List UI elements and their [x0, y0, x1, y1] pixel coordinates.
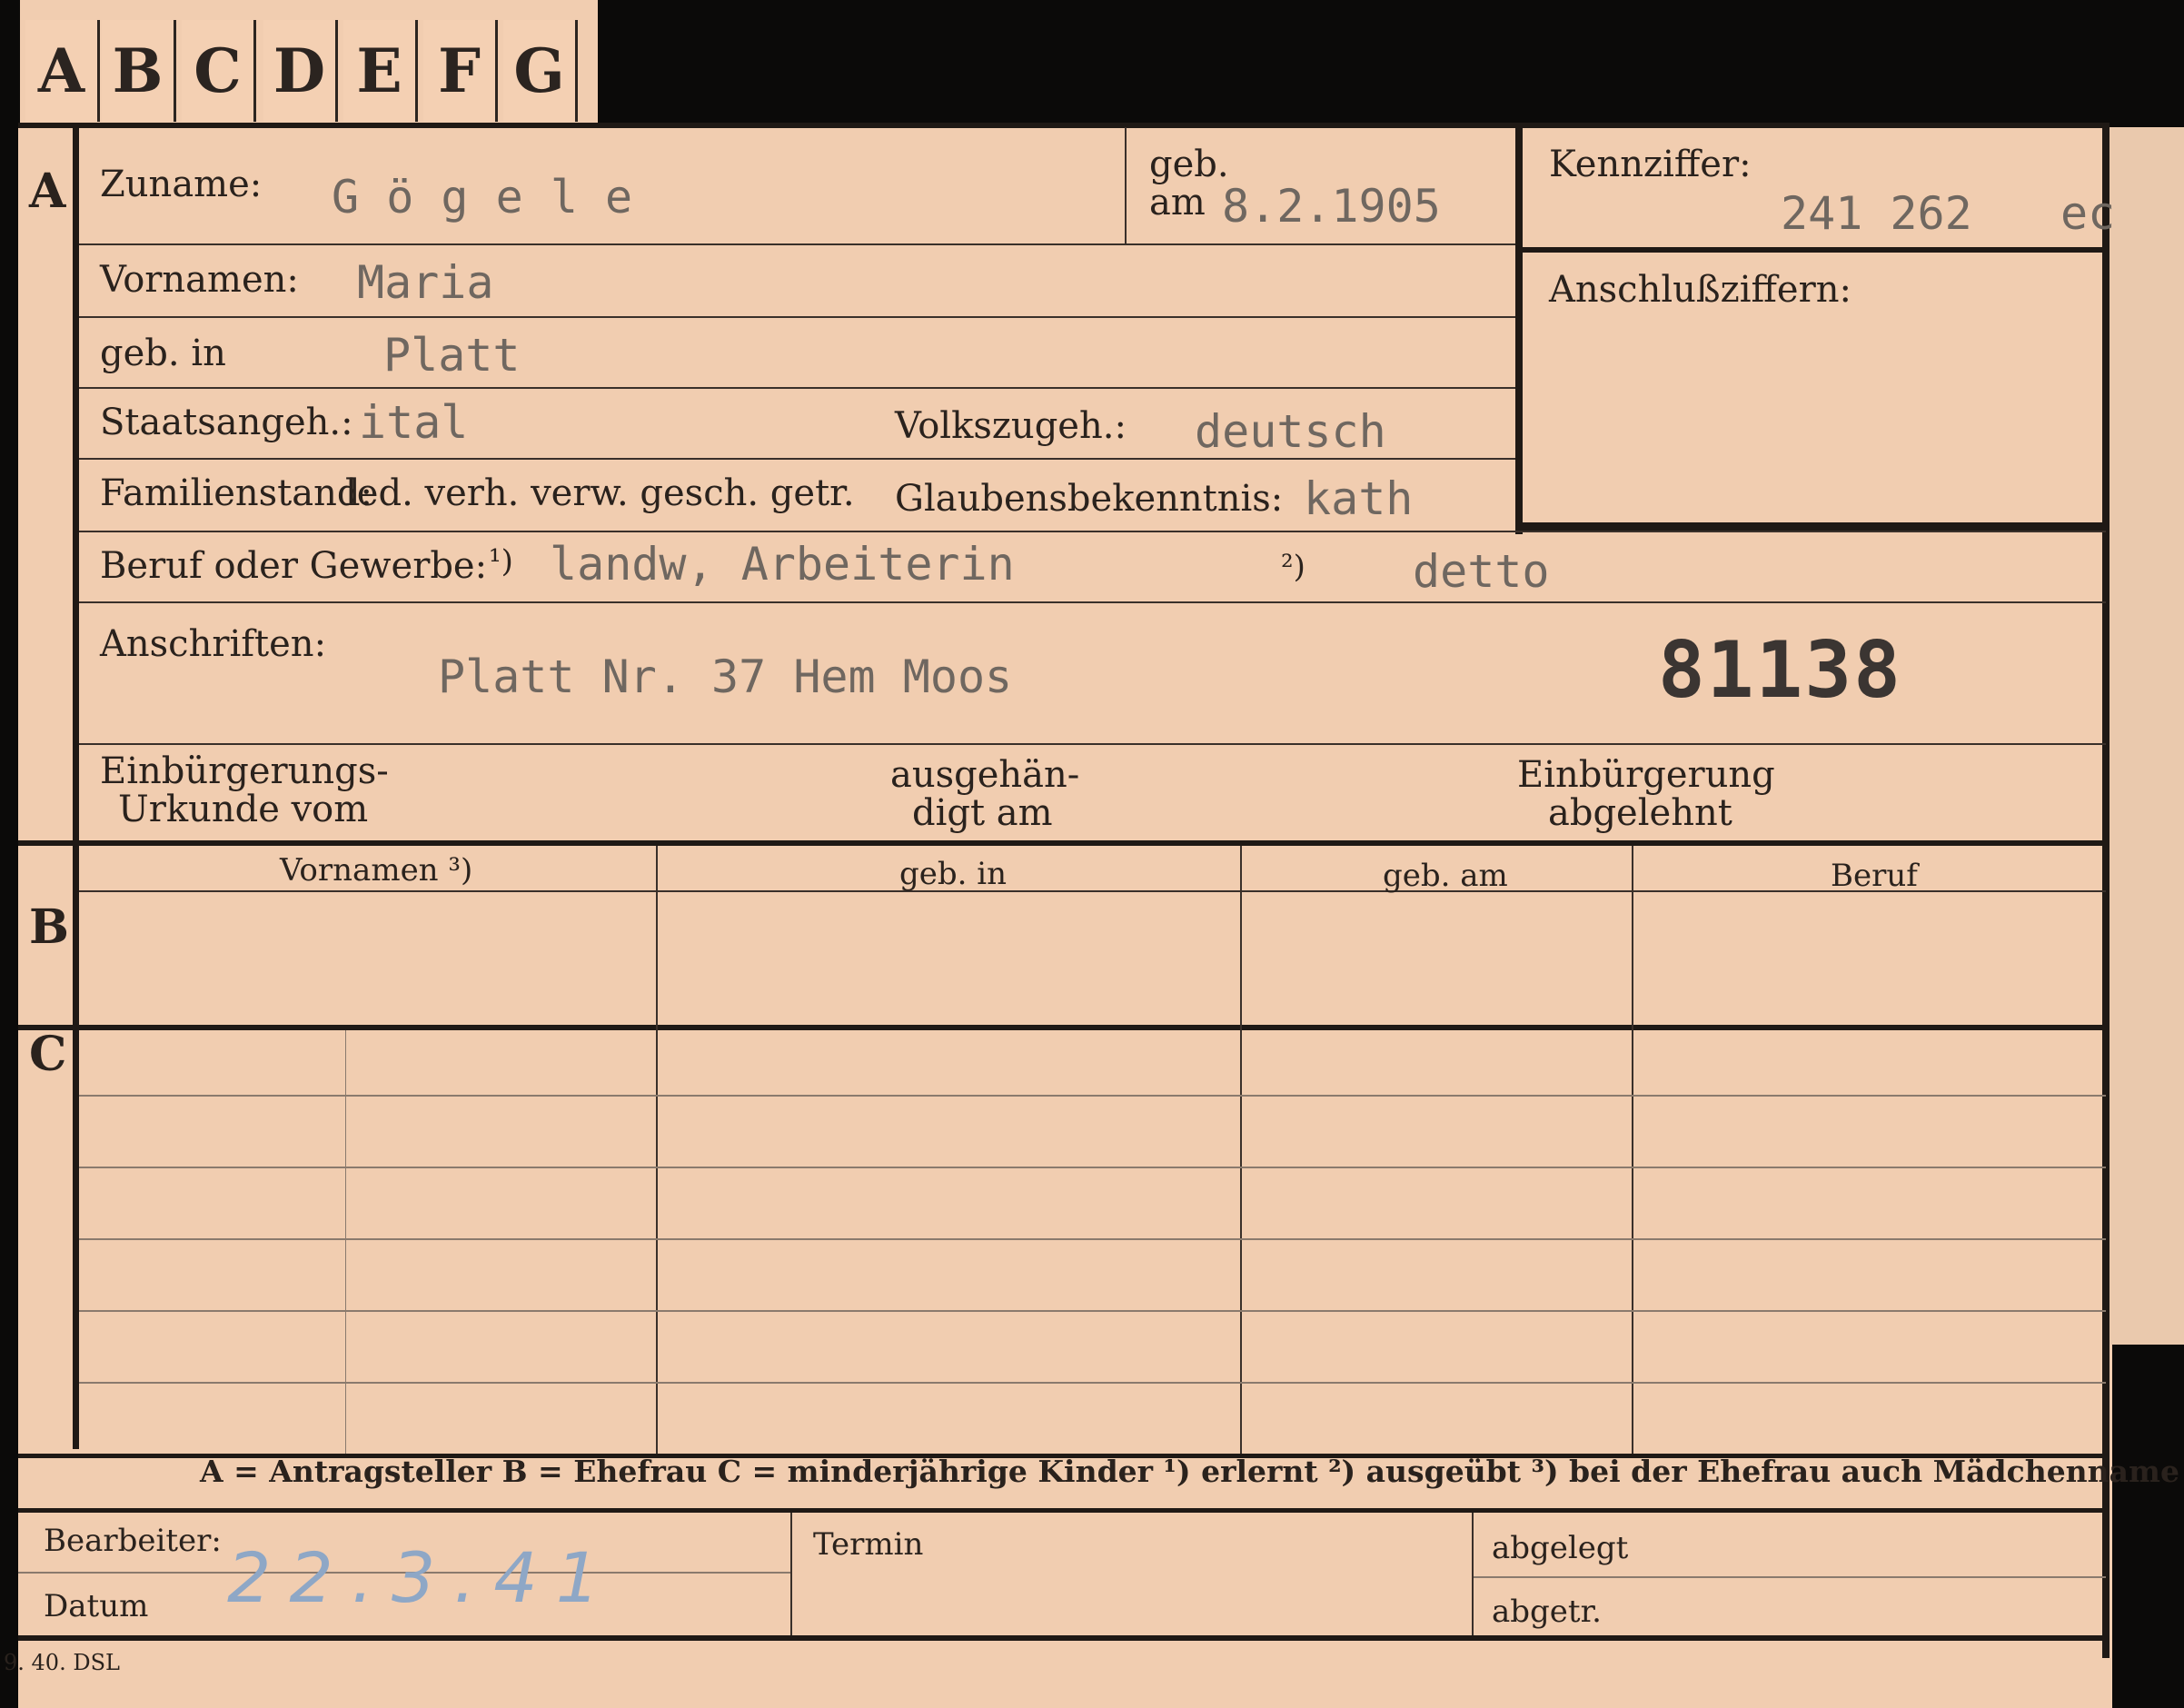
kennziffer-suffix: ec — [2060, 187, 2116, 240]
footer-termin-label: Termin — [813, 1526, 924, 1563]
citizenship-label: Staatsangeh.: — [100, 402, 353, 443]
index-tab-f: F — [423, 20, 498, 122]
table-header-beruf: Beruf — [1831, 858, 1918, 894]
naturalization-rejected-line1: Einbürgerung — [1517, 754, 1775, 796]
index-tab-a: A — [25, 20, 100, 122]
vornamen-label: Vornamen: — [100, 259, 299, 301]
anschluss-label: Anschlußziffern: — [1549, 269, 1851, 311]
index-tab-e: E — [343, 20, 418, 122]
table-column-line — [1240, 846, 1242, 1454]
birthdate-label-top: geb. — [1149, 144, 1229, 185]
kennziffer-label: Kennziffer: — [1549, 144, 1752, 185]
footer-date-handwritten: 22.3.41 — [227, 1537, 619, 1618]
section-label-b: B — [29, 899, 69, 955]
occupation-note-2: ²) — [1281, 549, 1305, 585]
surname-value: G ö g e l e — [332, 171, 633, 223]
table-header-geb-am: geb. am — [1383, 858, 1508, 894]
row-line — [79, 743, 2106, 745]
naturalization-issued-line2: digt am — [912, 792, 1053, 834]
table-row — [79, 1310, 2106, 1312]
naturalization-cert-line2: Urkunde vom — [118, 789, 369, 830]
religion-value: kath — [1304, 472, 1414, 525]
table-header-geb-in: geb. in — [899, 856, 1008, 892]
birthplace-label: geb. in — [100, 333, 226, 374]
table-subcolumn-line — [345, 1030, 346, 1454]
naturalization-rejected-line2: abgelehnt — [1548, 792, 1732, 834]
index-tab-b: B — [102, 20, 176, 122]
birthplace-value: Platt — [383, 329, 521, 382]
marital-label: Familienstand: — [100, 472, 372, 514]
occupation-label: Beruf oder Gewerbe: — [100, 545, 488, 587]
table-row — [79, 1382, 2106, 1384]
section-a-b-divider — [18, 840, 2108, 846]
citizenship-value: ital — [359, 396, 469, 449]
footer-abgelegt-label: abgelegt — [1492, 1530, 1629, 1566]
footer-row-line — [1474, 1576, 2106, 1578]
kennziffer-value: 241 262 — [1781, 187, 1972, 240]
index-tab-g: G — [503, 20, 578, 122]
row-line — [79, 458, 1515, 460]
occupation-value-2: detto — [1413, 545, 1550, 598]
footer-column-line — [790, 1513, 792, 1635]
nationality-label: Volkszugeh.: — [895, 405, 1127, 447]
print-code: 9. 40. DSL — [4, 1650, 120, 1675]
row-line — [79, 601, 2106, 603]
birthdate-divider — [1125, 127, 1127, 245]
section-b-c-divider — [18, 1025, 2108, 1030]
address-label: Anschriften: — [100, 623, 327, 665]
table-header-vornamen: Vornamen ³) — [280, 852, 473, 889]
kennziffer-box-left — [1515, 127, 1523, 534]
row-line — [79, 387, 1515, 389]
naturalization-cert-line1: Einbürgerungs- — [100, 750, 389, 792]
kennziffer-divider — [1523, 247, 2106, 253]
table-row — [79, 1167, 2106, 1168]
vornamen-value: Maria — [357, 256, 494, 309]
row-line — [79, 531, 2106, 532]
occupation-value-1: landw, Arbeiterin — [550, 538, 1015, 591]
table-column-line — [656, 846, 658, 1454]
footer-datum-label: Datum — [44, 1588, 149, 1624]
nationality-value: deutsch — [1195, 405, 1386, 458]
index-tab-d: D — [263, 20, 338, 122]
row-line — [79, 316, 1515, 318]
table-header-line — [79, 890, 2106, 892]
naturalization-issued-line1: ausgehän- — [890, 754, 1080, 796]
top-border — [18, 123, 2108, 128]
surname-label: Zuname: — [100, 164, 263, 205]
address-value: Platt Nr. 37 Hem Moos — [438, 650, 1013, 703]
occupation-note-1: ¹) — [489, 543, 513, 580]
birthdate-label-am: am — [1149, 182, 1206, 223]
card-right-edge — [2108, 127, 2184, 1345]
section-label-c: C — [29, 1027, 67, 1082]
row-line — [79, 243, 1515, 245]
section-column-border — [73, 123, 79, 1449]
table-row — [79, 1095, 2106, 1097]
table-row — [79, 1238, 2106, 1240]
religion-label: Glaubensbekenntnis: — [895, 478, 1284, 520]
table-column-line — [1632, 846, 1633, 1454]
legend-bottom-border — [18, 1508, 2108, 1513]
marital-options: led. verh. verw. gesch. getr. — [345, 472, 855, 514]
footer-abgetr-label: abgetr. — [1492, 1594, 1602, 1630]
legend-text: A = Antragsteller B = Ehefrau C = minder… — [200, 1454, 2179, 1489]
index-tab-c: C — [182, 20, 256, 122]
footer-bottom-border — [18, 1635, 2108, 1641]
birthdate-value: 8.2.1905 — [1222, 180, 1441, 233]
section-label-a: A — [29, 164, 66, 219]
address-number: 81138 — [1658, 625, 1902, 716]
footer-column-line — [1472, 1513, 1474, 1635]
footer-bearbeiter-label: Bearbeiter: — [44, 1523, 222, 1559]
